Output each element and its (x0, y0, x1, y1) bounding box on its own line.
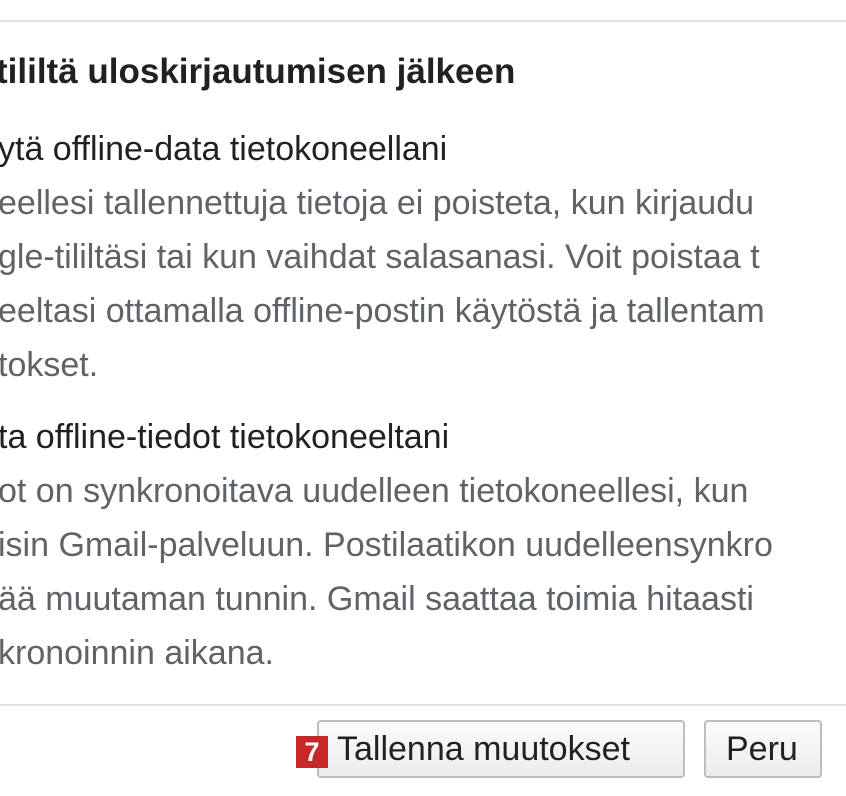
offline-settings-panel: tililtä uloskirjautumisen jälkeen ytä of… (0, 0, 846, 796)
cancel-label: Peru (726, 729, 798, 768)
option-remove-offline-data[interactable]: ta offline-tiedot tietokoneeltani (0, 418, 449, 457)
cancel-button[interactable]: Peru (704, 720, 822, 778)
option-keep-description-line: tokset. (0, 346, 99, 384)
section-heading: tililtä uloskirjautumisen jälkeen (0, 52, 516, 91)
step-number-badge: 7 (296, 736, 328, 768)
bottom-divider (0, 704, 846, 706)
save-changes-button[interactable]: Tallenna muutokset (317, 720, 685, 778)
option-remove-description-line: ää muutaman tunnin. Gmail saattaa toimia… (0, 580, 754, 618)
top-divider (0, 20, 846, 22)
save-changes-label: Tallenna muutokset (337, 729, 630, 768)
option-remove-description-line: ot on synkronoitava uudelleen tietokonee… (0, 472, 749, 510)
option-remove-description-line: kronoinnin aikana. (0, 634, 274, 672)
option-keep-offline-data[interactable]: ytä offline-data tietokoneellani (0, 130, 447, 169)
option-keep-description-line: eellesi tallennettuja tietoja ei poistet… (0, 184, 755, 222)
option-keep-description-line: gle-tililtäsi tai kun vaihdat salasanasi… (0, 238, 760, 276)
option-remove-description-line: isin Gmail-palveluun. Postilaatikon uude… (0, 526, 773, 564)
option-keep-description-line: eeltasi ottamalla offline-postin käytöst… (0, 292, 765, 330)
